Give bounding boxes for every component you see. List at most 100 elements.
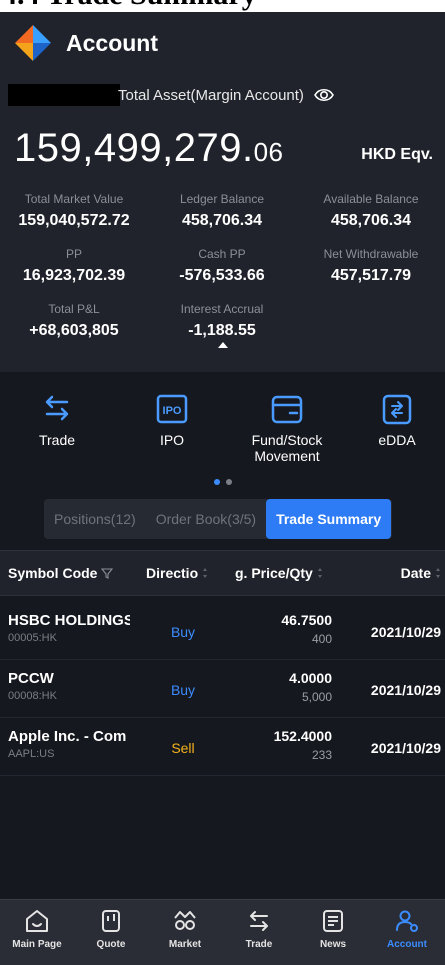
direction-value: Sell: [171, 740, 195, 756]
table-row[interactable]: HSBC HOLDINGS 00005:HK Buy 46.7500 400 2…: [0, 602, 445, 660]
column-header-direction[interactable]: Directio: [146, 565, 208, 581]
quick-action-ipo[interactable]: IPO IPO: [127, 392, 217, 448]
metric-value: 458,706.34: [181, 212, 263, 229]
page-dot-active[interactable]: [214, 479, 220, 485]
column-header-price-qty[interactable]: g. Price/Qty: [235, 565, 323, 581]
asset-label-row: Total Asset(Margin Account): [0, 78, 445, 112]
account-icon: [396, 910, 418, 932]
quick-action-trade[interactable]: Trade: [12, 392, 102, 448]
sort-icon: [317, 568, 322, 578]
trade-arrows-icon: [250, 911, 268, 931]
metric-label: Ledger Balance: [179, 192, 265, 206]
app-screen: Account Total Asset(Margin Account) 159,…: [0, 12, 445, 965]
quantity: 233: [311, 748, 332, 762]
account-tabs: Positions(12) Order Book(3/5) Trade Summ…: [44, 499, 392, 539]
direction-value: Buy: [170, 682, 196, 698]
trade-summary-table: Symbol Code Directio g. Price/Qty Date H…: [0, 550, 445, 776]
page-caption-text: 4.4 Trade Summary: [2, 0, 257, 12]
trade-date: 2021/10/29: [370, 682, 441, 698]
total-asset-decimals: 06: [253, 137, 284, 167]
table-row[interactable]: PCCW 00008:HK Buy 4.0000 5,000 2021/10/2…: [0, 660, 445, 718]
quick-actions: Trade IPO IPO Fund/Stock Movement eDDA: [0, 374, 445, 494]
trade-date: 2021/10/29: [370, 740, 441, 756]
page-dot[interactable]: [226, 479, 232, 485]
page-title: Account: [66, 29, 158, 56]
avg-price: 152.4000: [273, 728, 332, 744]
metric-label: Total P&L: [48, 302, 100, 316]
nav-account[interactable]: Account: [372, 908, 442, 950]
nav-label: Account: [387, 939, 427, 950]
tab-positions[interactable]: Positions(12): [44, 499, 146, 539]
metric-ledger-balance: Ledger Balance 458,706.34: [148, 192, 296, 230]
trade-arrows-icon: [45, 395, 69, 421]
nav-quote[interactable]: Quote: [76, 908, 146, 950]
metric-cash-pp: Cash PP -576,533.66: [148, 247, 296, 285]
metric-interest-accrual: Interest Accrual -1,188.55: [148, 302, 296, 340]
nav-label: Main Page: [12, 939, 62, 950]
quantity: 400: [311, 632, 332, 646]
page-caption: 4.4 Trade Summary: [0, 0, 445, 12]
app-header: Account: [0, 12, 445, 74]
column-header-date[interactable]: Date: [401, 565, 441, 581]
svg-text:IPO: IPO: [163, 405, 182, 417]
wallet-icon: [271, 395, 303, 424]
quantity: 5,000: [301, 690, 332, 704]
symbol-code: 00008:HK: [8, 690, 57, 702]
eye-icon[interactable]: [314, 86, 334, 104]
total-asset-value: 159,499,279.06: [14, 126, 283, 171]
column-header-symbol[interactable]: Symbol Code: [8, 565, 114, 581]
quick-action-label: eDDA: [378, 432, 416, 448]
nav-market[interactable]: Market: [150, 908, 220, 950]
quick-action-edda[interactable]: eDDA: [352, 392, 442, 448]
tab-order-book[interactable]: Order Book(3/5): [146, 499, 266, 539]
table-row[interactable]: Apple Inc. - Com AAPL:US Sell 152.4000 2…: [0, 718, 445, 776]
total-asset-main: 159,499,279.: [14, 126, 254, 170]
home-icon: [26, 910, 48, 932]
nav-trade[interactable]: Trade: [224, 908, 294, 950]
metric-available-balance: Available Balance 458,706.34: [297, 192, 445, 230]
metric-label: Cash PP: [198, 247, 246, 261]
metric-value: +68,603,805: [29, 322, 119, 339]
metric-label: Available Balance: [323, 192, 419, 206]
quick-action-fund-stock-movement[interactable]: Fund/Stock Movement: [237, 392, 337, 464]
symbol-code: AAPL:US: [8, 748, 55, 760]
asset-summary-panel: Total Asset(Margin Account) 159,499,279.…: [0, 74, 445, 372]
symbol-code: 00005:HK: [8, 632, 57, 644]
column-header-label: Date: [400, 565, 431, 581]
nav-label: Trade: [245, 939, 273, 950]
quick-action-label: Trade: [38, 432, 76, 448]
metric-value: 16,923,702.39: [22, 267, 126, 284]
nav-label: Market: [168, 939, 202, 950]
quick-action-label: Fund/Stock Movement: [251, 432, 323, 464]
symbol-name: Apple Inc. - Com: [8, 728, 127, 745]
avg-price: 46.7500: [281, 612, 332, 628]
filter-icon[interactable]: [101, 567, 114, 579]
tab-trade-summary[interactable]: Trade Summary: [266, 499, 392, 539]
quick-action-label: IPO: [159, 432, 185, 448]
column-header-label: Symbol Code: [8, 565, 98, 581]
news-icon: [323, 910, 343, 932]
table-header: Symbol Code Directio g. Price/Qty Date: [0, 550, 445, 596]
metric-label: Interest Accrual: [180, 302, 264, 316]
nav-main-page[interactable]: Main Page: [2, 908, 72, 950]
column-header-label: Directio: [146, 565, 199, 581]
metric-value: 159,040,572.72: [18, 212, 130, 229]
sort-icon: [203, 568, 208, 578]
quote-icon: [102, 910, 120, 932]
metric-value: 457,517.79: [330, 267, 412, 284]
trade-date: 2021/10/29: [370, 624, 441, 640]
symbol-name: PCCW: [8, 670, 54, 687]
metric-total-market-value: Total Market Value 159,040,572.72: [0, 192, 148, 230]
nav-label: Quote: [96, 939, 126, 950]
metric-value: -576,533.66: [179, 267, 265, 284]
nav-news[interactable]: News: [298, 908, 368, 950]
column-header-label: g. Price/Qty: [235, 565, 313, 581]
edda-icon: [382, 394, 412, 425]
market-icon: [174, 911, 196, 930]
symbol-name: HSBC HOLDINGS: [8, 612, 130, 629]
app-logo-icon: [15, 25, 51, 61]
collapse-caret-icon[interactable]: [218, 342, 228, 348]
metric-label: Total Market Value: [24, 192, 124, 206]
metric-net-withdrawable: Net Withdrawable 457,517.79: [297, 247, 445, 285]
bottom-nav: Main Page Quote Market Trade News Accoun…: [0, 899, 445, 965]
